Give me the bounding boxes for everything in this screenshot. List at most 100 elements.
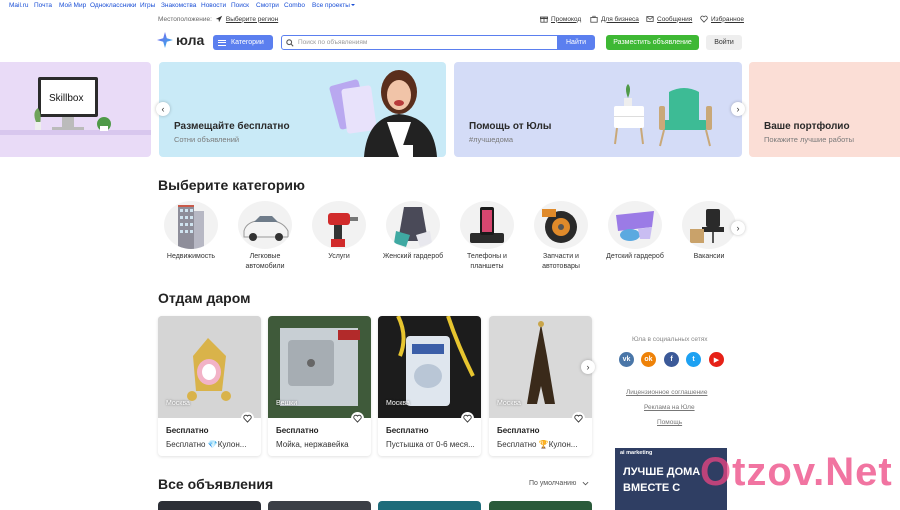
login-button[interactable]: Войти: [706, 35, 742, 50]
computer-illustration: [0, 77, 151, 135]
heart-icon: [353, 414, 362, 423]
kids-clothes-icon: [616, 211, 654, 241]
topnav-link-dating[interactable]: Знакомства: [161, 2, 196, 9]
help-link[interactable]: Помощь: [657, 419, 682, 426]
yula-logo[interactable]: юла: [157, 31, 204, 49]
category-image: [608, 201, 662, 249]
twitter-icon[interactable]: t: [686, 352, 701, 367]
listing-card-preview[interactable]: [489, 501, 592, 510]
listing-card[interactable]: Вешки Бесплатно Мойка, нержавейка: [268, 316, 371, 456]
chevron-left-icon: ‹: [161, 104, 165, 114]
search-button[interactable]: Найти: [557, 35, 595, 50]
category-label: Недвижимость: [166, 253, 216, 260]
favorite-button[interactable]: [572, 412, 585, 425]
ok-label: ok: [644, 356, 653, 363]
category-image: [386, 201, 440, 249]
category-label: Услуги: [328, 253, 350, 260]
building-icon: [178, 205, 204, 249]
topnav-link-search[interactable]: Поиск: [231, 2, 249, 9]
listing-card[interactable]: Москва Бесплатно Бесплатно 💎Кулон...: [158, 316, 261, 456]
banner-portfolio[interactable]: Ваше портфолио Покажите лучшие работы: [749, 62, 900, 157]
vk-icon[interactable]: vk: [619, 352, 634, 367]
facebook-label: f: [670, 356, 673, 363]
category-real-estate[interactable]: Недвижимость: [156, 201, 226, 262]
listing-card-preview[interactable]: [378, 501, 481, 510]
all-projects-label: Все проекты: [312, 2, 350, 9]
topnav-link-watch[interactable]: Смотри: [256, 2, 279, 9]
category-image: [312, 201, 366, 249]
categories-button[interactable]: Категории: [213, 35, 273, 50]
listing-title: Бесплатно 🏆Кулон...: [497, 440, 578, 449]
listing-location: Вешки: [276, 400, 298, 407]
star-logo-icon: [157, 32, 173, 48]
topnav-link-moimir[interactable]: Мой Мир: [59, 2, 86, 9]
menu-icon: [218, 39, 226, 46]
sort-label: По умолчанию: [529, 480, 577, 487]
favorite-button[interactable]: [241, 412, 254, 425]
favorite-button[interactable]: [461, 412, 474, 425]
topnav-link-combo[interactable]: Combo: [284, 2, 305, 9]
license-agreement-link[interactable]: Лицензионное соглашение: [626, 389, 707, 396]
banner-prev-button[interactable]: ‹: [156, 102, 170, 116]
categories-button-label: Категории: [231, 39, 264, 46]
business-link[interactable]: Для бизнеса: [590, 15, 639, 23]
sort-dropdown[interactable]: По умолчанию: [529, 480, 589, 487]
free-next-button[interactable]: ›: [581, 360, 595, 374]
category-services[interactable]: Услуги: [304, 201, 374, 262]
category-image: [164, 201, 218, 249]
facebook-icon[interactable]: f: [664, 352, 679, 367]
category-auto-parts[interactable]: Запчасти и автотовары: [526, 201, 596, 271]
chevron-right-icon: ›: [586, 362, 590, 372]
topnav-link-pochta[interactable]: Почта: [34, 2, 52, 9]
office-chair-icon: [690, 209, 724, 243]
topnav-link-ok[interactable]: Одноклассники: [90, 2, 136, 9]
categories-next-button[interactable]: ›: [731, 221, 745, 235]
car-icon: [243, 216, 289, 241]
topnav-link-games[interactable]: Игры: [140, 2, 155, 9]
listing-card[interactable]: Москва Бесплатно Пустышка от 0-6 меся...: [378, 316, 481, 456]
gift-icon: [540, 16, 548, 23]
search-input[interactable]: [298, 39, 548, 46]
listing-price: Бесплатно: [386, 426, 429, 435]
category-label: Телефоны и планшеты: [467, 253, 507, 270]
banner-skillbox[interactable]: Skillbox: [0, 62, 151, 157]
promo-label: Промокод: [551, 15, 582, 23]
category-cars[interactable]: Легковые автомобили: [230, 201, 300, 271]
category-womens-wear[interactable]: Женский гардероб: [378, 201, 448, 262]
listing-card-preview[interactable]: [268, 501, 371, 510]
advertising-link[interactable]: Реклама на Юле: [644, 404, 695, 411]
listing-title: Бесплатно 💎Кулон...: [166, 440, 247, 449]
banner-post-free-title: Размещайте бесплатно: [174, 121, 290, 132]
banner-help[interactable]: Помощь от Юлы #лучшедома: [454, 62, 742, 157]
topnav-link-all-projects[interactable]: Все проекты: [312, 2, 355, 9]
logo-text: юла: [176, 32, 205, 48]
category-phones[interactable]: Телефоны и планшеты: [452, 201, 522, 271]
ok-icon[interactable]: ok: [641, 352, 656, 367]
messages-link[interactable]: Сообщения: [646, 15, 692, 23]
category-label: Запчасти и автотовары: [542, 253, 580, 270]
ad-line-1: ЛУЧШЕ ДОМА: [623, 466, 701, 478]
listing-card[interactable]: Москва Бесплатно Бесплатно 🏆Кулон...: [489, 316, 592, 456]
favorites-link[interactable]: Избранное: [700, 15, 744, 23]
banner-post-free[interactable]: Размещайте бесплатно Сотни объявлений: [159, 62, 446, 157]
category-label: Женский гардероб: [382, 253, 444, 260]
promo-link[interactable]: Промокод: [540, 15, 581, 23]
chevron-down-icon: [582, 481, 589, 486]
choose-region-link[interactable]: Выберите регион: [226, 16, 278, 23]
listing-card-preview[interactable]: [158, 501, 261, 510]
category-image: [682, 201, 736, 249]
banner-next-button[interactable]: ›: [731, 102, 745, 116]
ad-tag: ai marketing: [620, 450, 653, 456]
category-label: Легковые автомобили: [245, 253, 285, 270]
search-icon: [286, 38, 294, 47]
category-kids-wear[interactable]: Детский гардероб: [600, 201, 670, 262]
youtube-icon[interactable]: ▶: [709, 352, 724, 367]
favorites-label: Избранное: [711, 15, 744, 23]
topnav-link-mailru[interactable]: Mail.ru: [9, 2, 29, 9]
skillbox-brand: Skillbox: [49, 93, 84, 104]
topnav-link-news[interactable]: Новости: [201, 2, 226, 9]
favorite-button[interactable]: [351, 412, 364, 425]
post-ad-button[interactable]: Разместить объявление: [606, 35, 699, 50]
ad-line-2: ВМЕСТЕ С: [623, 482, 681, 494]
listing-location: Москва: [497, 400, 521, 407]
